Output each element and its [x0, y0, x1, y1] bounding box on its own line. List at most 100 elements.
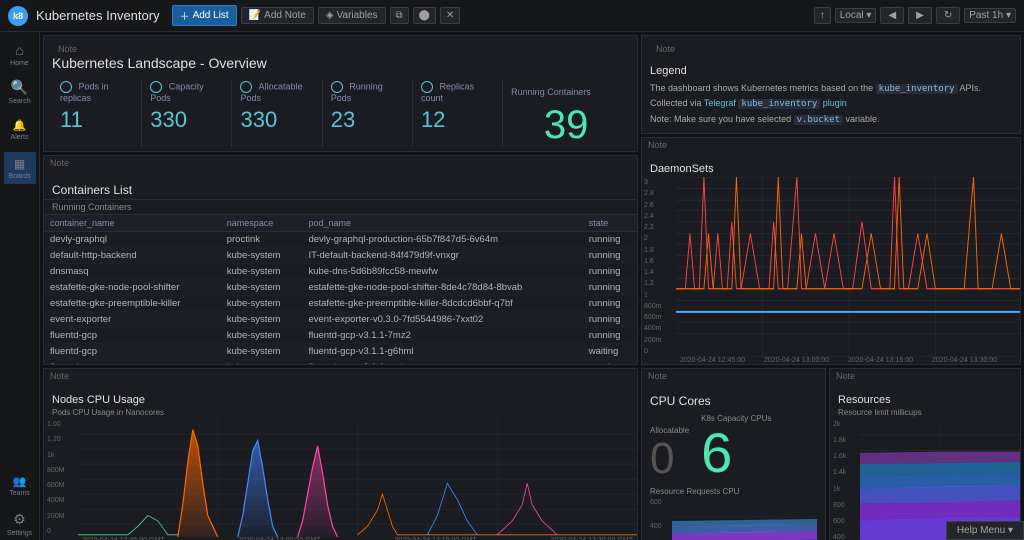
save-button[interactable]: ↑: [814, 7, 831, 24]
legend-text: The dashboard shows Kubernetes metrics b…: [650, 81, 1012, 127]
daemonsets-panel: Note DaemonSets 3 2.8 2.6 2.4 2.2 2 1.8 …: [641, 137, 1021, 365]
metric-running-pods: Running Pods 23: [323, 79, 413, 147]
metric-pods-replicas: Pods in replicas 11: [52, 79, 142, 147]
legend-content: Legend The dashboard shows Kubernetes me…: [650, 55, 1012, 127]
metric-capacity-pods: Capacity Pods 330: [142, 79, 232, 147]
table-row: devly-graphqlproctinkdevly-graphql-produ…: [44, 232, 637, 248]
main-layout: ⌂ Home 🔍 Search 🔔 Alerts ▦ Boards 👥 Team…: [0, 32, 1024, 540]
plus-icon: ＋: [180, 8, 190, 23]
table-row: event-exporterkube-systemevent-exporter-…: [44, 312, 637, 328]
bottom-right-area: Note CPU Cores Allocatable 0 K8s Capacit…: [641, 368, 1021, 540]
bell-icon: 🔔: [13, 119, 27, 132]
icon-btn-3[interactable]: ✕: [440, 7, 460, 24]
sidebar-item-search[interactable]: 🔍 Search: [4, 76, 36, 108]
containers-list-panel: Note Containers List Running Containers …: [43, 155, 638, 365]
daemonsets-chart: [676, 177, 1020, 357]
table-row: dnsmasqkube-systemkube-dns-5d6b89fcc58-m…: [44, 264, 637, 280]
teams-icon: 👥: [13, 475, 27, 488]
add-note-button[interactable]: 📝 Add Note: [241, 7, 314, 24]
daemonsets-x-axis: 2020-04-24 12:45:00 GMT+2 2020-04-24 13:…: [642, 357, 1020, 365]
nodes-cpu-title: Nodes CPU Usage: [44, 382, 637, 408]
resources-note-label: Note: [830, 369, 1020, 382]
sidebar-item-teams[interactable]: 👥 Teams: [4, 470, 36, 502]
search-icon: 🔍: [11, 79, 28, 96]
table-row: estafette-gke-preemptible-killerkube-sys…: [44, 296, 637, 312]
col-state: state: [583, 215, 637, 232]
containers-table: container_name namespace pod_name state …: [44, 215, 637, 365]
daemonsets-note-label: Note: [642, 138, 1020, 151]
nodes-cpu-y-axis: 1.00 1.20 1k 800M 600M 400M 200M 0: [44, 419, 78, 537]
overview-title: Kubernetes Landscape - Overview: [52, 55, 629, 71]
overview-metrics: Pods in replicas 11 Capacity Pods 330: [52, 79, 629, 147]
icon-btn-2[interactable]: ⬤: [413, 7, 436, 24]
metric-allocatable-pods: Allocatable Pods 330: [232, 79, 322, 147]
resource-requests-label: Resource Requests CPU: [650, 487, 817, 496]
daemonsets-title: DaemonSets: [642, 151, 1020, 177]
col-container-name: container_name: [44, 215, 221, 232]
resources-title: Resources: [830, 382, 1020, 408]
nodes-cpu-note-label: Note: [44, 369, 637, 382]
dashboard-grid: Note Kubernetes Landscape - Overview Pod…: [40, 32, 1024, 540]
plugin-link[interactable]: plugin: [823, 98, 847, 108]
nav-left-button[interactable]: ◀: [880, 7, 904, 24]
overview-note-label: Note: [52, 42, 629, 55]
cpu-cores-content: CPU Cores Allocatable 0 K8s Capacity CPU…: [642, 382, 825, 540]
boards-icon: ▦: [14, 157, 25, 171]
containers-note-label: Note: [44, 156, 637, 169]
gear-icon: ⚙: [13, 511, 26, 528]
add-list-button[interactable]: ＋ Add List: [172, 5, 237, 26]
cpu-cores-panel: Note CPU Cores Allocatable 0 K8s Capacit…: [641, 368, 826, 540]
sidebar-item-home[interactable]: ⌂ Home: [4, 38, 36, 70]
topbar: k8 Kubernetes Inventory ＋ Add List 📝 Add…: [0, 0, 1024, 32]
telegraf-link[interactable]: Telegraf: [704, 98, 736, 108]
nodes-cpu-subtitle: Pods CPU Usage in Nanocores: [44, 408, 637, 419]
topbar-right: ↑ Local ▾ ◀ ▶ ↻ Past 1h ▾: [814, 7, 1016, 24]
variables-icon: ◈: [326, 10, 334, 21]
time-range-selector[interactable]: Past 1h ▾: [964, 8, 1016, 23]
table-row: fluentd-gcpkube-systemfluentd-gcp-v3.1.1…: [44, 328, 637, 344]
table-row: estafette-gke-node-pool-shifterkube-syst…: [44, 280, 637, 296]
resources-y-axis: 2k 1.8k 1.6k 1.4k 1k 800 600 400: [830, 419, 860, 540]
cpu-allocatable: Allocatable 0: [650, 426, 689, 481]
location-selector[interactable]: Local ▾: [835, 8, 877, 23]
col-namespace: namespace: [221, 215, 303, 232]
help-menu-button[interactable]: Help Menu ▾: [946, 521, 1024, 540]
daemonsets-svg: [676, 177, 1020, 357]
daemonsets-y-axis: 3 2.8 2.6 2.4 2.2 2 1.8 1.6 1.4 1.2 1 80…: [642, 177, 676, 357]
metric-circle-3: [240, 81, 252, 93]
app-logo: k8: [8, 6, 28, 26]
left-column: Note Kubernetes Landscape - Overview Pod…: [43, 35, 638, 365]
col-pod-name: pod_name: [302, 215, 582, 232]
legend-title: Legend: [650, 65, 1012, 77]
refresh-button[interactable]: ↻: [936, 7, 960, 24]
sidebar: ⌂ Home 🔍 Search 🔔 Alerts ▦ Boards 👥 Team…: [0, 32, 40, 540]
rr-chart: [672, 499, 817, 540]
table-row: fluentd-gcpkube-systemfluentd-gcp-v3.1.1…: [44, 344, 637, 360]
variables-button[interactable]: ◈ Variables: [318, 7, 386, 24]
rr-y-axis: 600 400 200: [650, 499, 672, 540]
rr-svg: [672, 499, 817, 540]
cpu-k8s-capacity: K8s Capacity CPUs 6: [701, 414, 771, 481]
metric-replicas-count: Replicas count 12: [413, 79, 503, 147]
right-column: Note Legend The dashboard shows Kubernet…: [641, 35, 1021, 365]
sidebar-item-boards[interactable]: ▦ Boards: [4, 152, 36, 184]
k8s-value: 6: [701, 425, 771, 481]
metric-circle-4: [331, 81, 343, 93]
legend-note-label: Note: [650, 42, 1012, 55]
icon-btn-1[interactable]: ⧉: [390, 7, 409, 24]
legend-panel: Note Legend The dashboard shows Kubernet…: [641, 35, 1021, 134]
cpu-cores-metrics: Allocatable 0 K8s Capacity CPUs 6: [650, 414, 817, 481]
metric-running-containers: Running Containers 39: [503, 79, 629, 147]
table-row: fluentd-gcpkube-systemfluentd-gcp-v3.1.1…: [44, 360, 637, 366]
resources-panel: Note Resources Resource limit millicups …: [829, 368, 1021, 540]
page-title: Kubernetes Inventory: [36, 8, 160, 23]
content-area: Note Kubernetes Landscape - Overview Pod…: [40, 32, 1024, 540]
nodes-cpu-panel: Note Nodes CPU Usage Pods CPU Usage in N…: [43, 368, 638, 540]
nav-right-button[interactable]: ▶: [908, 7, 932, 24]
cpu-cores-note-label: Note: [642, 369, 825, 382]
table-row: default-http-backendkube-systemIT-defaul…: [44, 248, 637, 264]
sidebar-item-alerts[interactable]: 🔔 Alerts: [4, 114, 36, 146]
metric-circle-1: [60, 81, 72, 93]
metric-circle-2: [150, 81, 162, 93]
sidebar-item-settings[interactable]: ⚙ Settings: [4, 508, 36, 540]
